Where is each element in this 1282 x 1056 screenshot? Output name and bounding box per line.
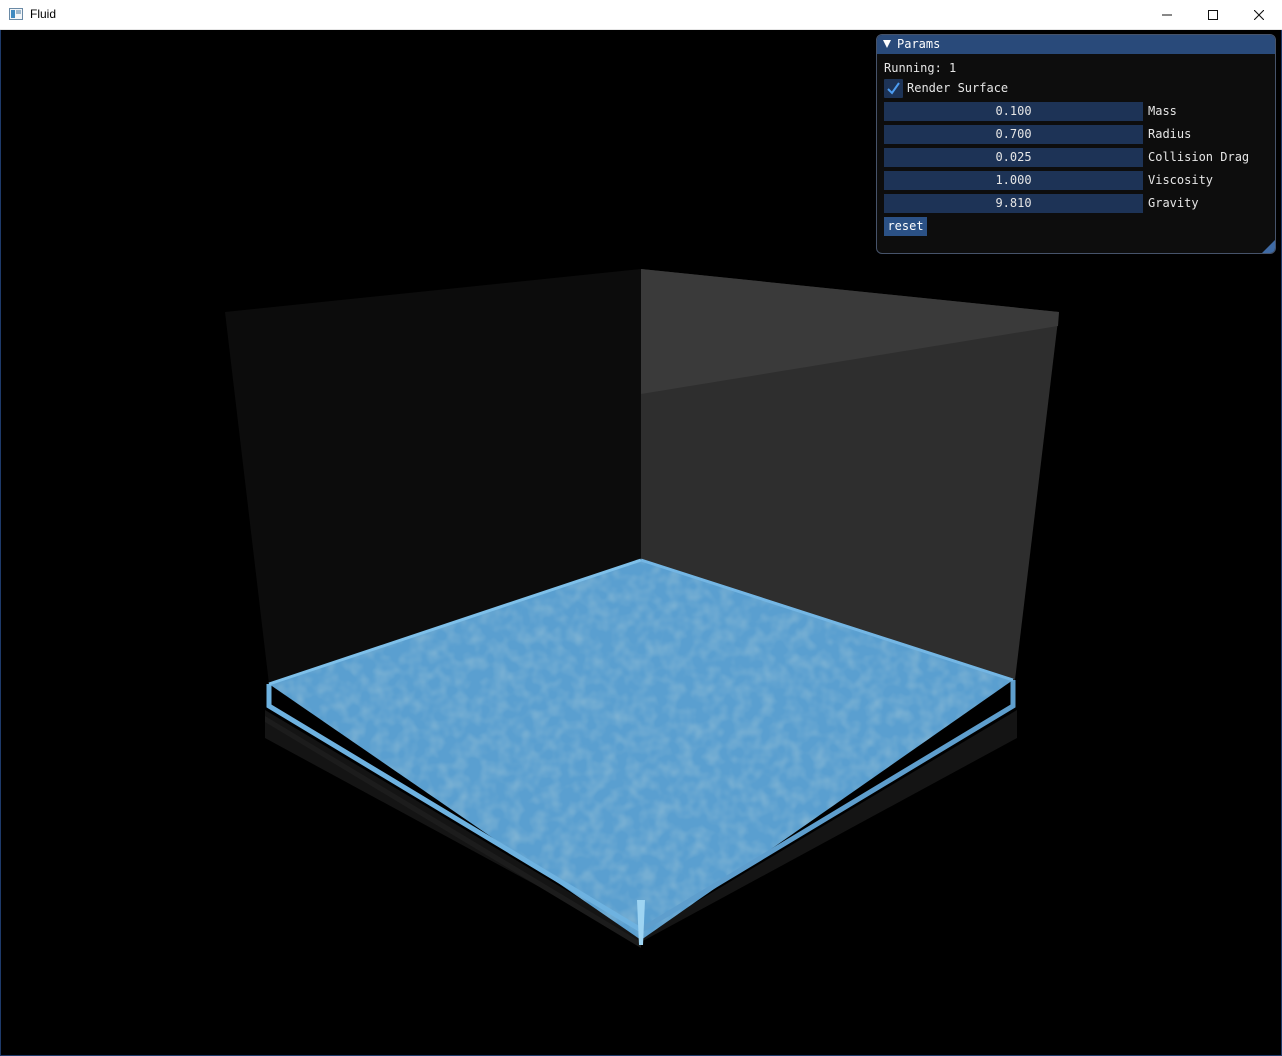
collapse-arrow-icon[interactable] (883, 40, 891, 48)
radius-slider[interactable]: 0.700 (884, 125, 1143, 144)
render-surface-label: Render Surface (907, 81, 1009, 95)
resize-grip-icon[interactable] (1262, 240, 1275, 253)
viscosity-value: 1.000 (995, 173, 1032, 187)
params-panel[interactable]: Params Running: 1 Render Surface 0.100 M… (876, 34, 1276, 254)
maximize-button[interactable] (1190, 0, 1236, 30)
window-title: Fluid (30, 7, 57, 21)
params-panel-title: Params (897, 37, 941, 51)
mass-value: 0.100 (995, 104, 1032, 118)
render-surface-checkbox[interactable] (884, 79, 903, 98)
minimize-button[interactable] (1144, 0, 1190, 30)
collision-drag-label: Collision Drag (1148, 150, 1250, 164)
close-button[interactable] (1236, 0, 1282, 30)
mass-label: Mass (1148, 104, 1177, 118)
mass-slider[interactable]: 0.100 (884, 102, 1143, 121)
radius-value: 0.700 (995, 127, 1032, 141)
reset-button[interactable]: reset (884, 217, 927, 236)
close-icon (1254, 10, 1264, 20)
running-status: Running: 1 (884, 61, 957, 75)
viscosity-slider[interactable]: 1.000 (884, 171, 1143, 190)
collision-drag-slider[interactable]: 0.025 (884, 148, 1143, 167)
collision-drag-value: 0.025 (995, 150, 1032, 164)
radius-label: Radius (1148, 127, 1192, 141)
minimize-icon (1162, 14, 1172, 16)
viscosity-label: Viscosity (1148, 173, 1214, 187)
gravity-slider[interactable]: 9.810 (884, 194, 1143, 213)
checkmark-icon (887, 82, 900, 95)
gravity-value: 9.810 (995, 196, 1032, 210)
params-panel-header[interactable]: Params (877, 35, 1275, 54)
maximize-icon (1208, 10, 1218, 20)
app-icon (9, 8, 23, 20)
title-bar: Fluid (0, 0, 1282, 30)
gravity-label: Gravity (1148, 196, 1199, 210)
